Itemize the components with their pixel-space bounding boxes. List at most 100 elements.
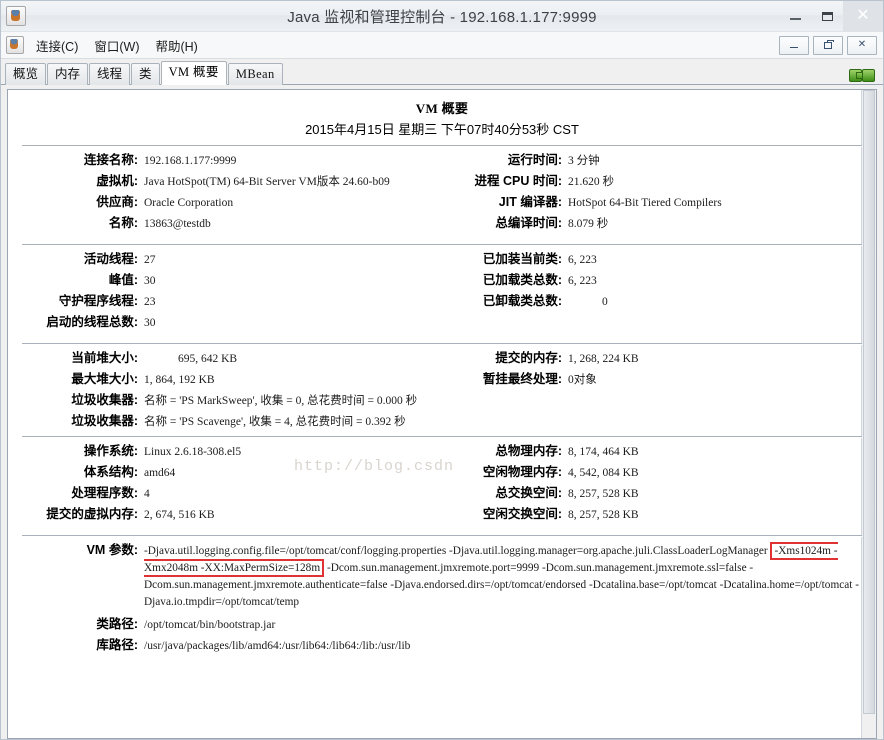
- mdi-window-controls: ✕: [779, 35, 877, 55]
- field-value: 13863@testdb: [144, 218, 211, 230]
- field-label: 类路径: [20, 617, 138, 631]
- section-summary: 连接名称 192.168.1.177:9999 虚拟机 Java HotSpot…: [20, 153, 864, 237]
- field-live-threads: 活动线程 27: [20, 252, 442, 267]
- field-label: 体系结构: [20, 465, 138, 479]
- field-value: Java HotSpot(TM) 64-Bit Server VM版本 24.6…: [144, 176, 390, 188]
- divider: [22, 535, 862, 537]
- field-operating-system: 操作系统 Linux 2.6.18-308.el5: [20, 444, 442, 459]
- menu-item-window[interactable]: 窗口(W): [87, 33, 146, 58]
- field-value: 695, 642 KB: [178, 353, 238, 365]
- tab-mbean[interactable]: MBean: [227, 63, 283, 85]
- field-label: 连接名称: [20, 153, 138, 167]
- section-operating-system: 操作系统 Linux 2.6.18-308.el5 体系结构 amd64 处理程…: [20, 444, 864, 528]
- field-label: 已卸载类总数: [442, 294, 562, 308]
- content-area: http://blog.csdn VM 概要 2015年4月15日 星期三 下午…: [1, 85, 883, 739]
- mdi-close-button[interactable]: ✕: [847, 35, 877, 55]
- field-jit-compiler: JIT 编译器 HotSpot 64-Bit Tiered Compilers: [442, 195, 864, 210]
- field-class-path: 类路径 /opt/tomcat/bin/bootstrap.jar: [20, 617, 864, 632]
- menu-item-connection[interactable]: 连接(C): [29, 33, 85, 58]
- title-bar: Java 监视和管理控制台 - 192.168.1.177:9999 ✕: [1, 1, 883, 32]
- field-value: /usr/java/packages/lib/amd64:/usr/lib64:…: [144, 640, 411, 652]
- field-label: 守护程序线程: [20, 294, 138, 308]
- field-value: 4: [144, 488, 150, 500]
- field-value: 27: [144, 254, 156, 266]
- window-maximize-button[interactable]: [811, 1, 843, 31]
- divider: [22, 145, 862, 147]
- os-right-column: 总物理内存 8, 174, 464 KB 空闲物理内存 4, 542, 084 …: [442, 444, 864, 528]
- memory-right-column: 提交的内存 1, 268, 224 KB 暂挂最终处理 0对象: [442, 351, 864, 393]
- field-current-heap-size: 当前堆大小 695, 642 KB: [20, 351, 442, 366]
- field-value: 1, 864, 192 KB: [144, 374, 215, 386]
- divider: [22, 343, 862, 345]
- field-label: 已加载类总数: [442, 273, 562, 287]
- field-virtual-machine: 虚拟机 Java HotSpot(TM) 64-Bit Server VM版本 …: [20, 174, 442, 189]
- field-daemon-threads: 守护程序线程 23: [20, 294, 442, 309]
- field-label: 运行时间: [442, 153, 562, 167]
- field-total-classes-unloaded: 已卸载类总数 0: [442, 294, 864, 309]
- field-label: VM 参数: [20, 543, 138, 557]
- field-label: 垃圾收集器: [20, 414, 138, 428]
- field-peak-threads: 峰值 30: [20, 273, 442, 288]
- field-total-threads-started: 启动的线程总数 30: [20, 315, 442, 330]
- mdi-minimize-button[interactable]: [779, 35, 809, 55]
- field-label: 总物理内存: [442, 444, 562, 458]
- mdi-restore-button[interactable]: [813, 35, 843, 55]
- field-value: 8.079 秒: [568, 218, 609, 230]
- tab-memory[interactable]: 内存: [47, 63, 89, 85]
- field-value: 6, 223: [568, 254, 597, 266]
- menu-item-help[interactable]: 帮助(H): [148, 33, 204, 58]
- field-value: 1, 268, 224 KB: [568, 353, 639, 365]
- field-value: 0: [602, 296, 608, 308]
- field-value: 23: [144, 296, 156, 308]
- divider: [22, 436, 862, 438]
- window-close-button[interactable]: ✕: [843, 1, 883, 31]
- field-committed-memory: 提交的内存 1, 268, 224 KB: [442, 351, 864, 366]
- vm-summary-body: VM 概要 2015年4月15日 星期三 下午07时40分53秒 CST 连接名…: [8, 90, 876, 738]
- field-current-classes-loaded: 已加装当前类 6, 223: [442, 252, 864, 267]
- window-title: Java 监视和管理控制台 - 192.168.1.177:9999: [287, 8, 597, 26]
- field-value: 8, 174, 464 KB: [568, 446, 639, 458]
- field-label: 总编译时间: [442, 216, 562, 230]
- memory-left-column: 当前堆大小 695, 642 KB 最大堆大小 1, 864, 192 KB: [20, 351, 442, 393]
- vm-args-highlight-xmx-permsize: Xmx2048m -XX:MaxPermSize=128m: [144, 559, 325, 577]
- field-value: 30: [144, 317, 156, 329]
- tab-vm-summary[interactable]: VM 概要: [160, 61, 227, 85]
- field-value: /opt/tomcat/bin/bootstrap.jar: [144, 619, 276, 631]
- field-number-of-processors: 处理程序数 4: [20, 486, 442, 501]
- field-value: 30: [144, 275, 156, 287]
- tab-overview[interactable]: 概览: [5, 63, 47, 85]
- field-value: 6, 223: [568, 275, 597, 287]
- field-connection-name: 连接名称 192.168.1.177:9999: [20, 153, 442, 168]
- field-label: 操作系统: [20, 444, 138, 458]
- section-memory: 当前堆大小 695, 642 KB 最大堆大小 1, 864, 192 KB 提…: [20, 351, 864, 393]
- tab-classes[interactable]: 类: [131, 63, 160, 85]
- summary-left-column: 连接名称 192.168.1.177:9999 虚拟机 Java HotSpot…: [20, 153, 442, 237]
- vm-arguments-value: -Djava.util.logging.config.file=/opt/tom…: [144, 542, 864, 611]
- field-total-swap-space: 总交换空间 8, 257, 528 KB: [442, 486, 864, 501]
- window-minimize-button[interactable]: [779, 1, 811, 31]
- field-name: 名称 13863@testdb: [20, 216, 442, 231]
- field-label: JIT 编译器: [442, 195, 562, 209]
- field-label: 提交的虚拟内存: [20, 507, 138, 521]
- field-value: 名称 = 'PS MarkSweep', 收集 = 0, 总花费时间 = 0.0…: [144, 395, 418, 407]
- field-value: 2, 674, 516 KB: [144, 509, 215, 521]
- vm-args-segment-1: -Djava.util.logging.config.file=/opt/tom…: [144, 545, 771, 557]
- field-garbage-collector-marksweep: 垃圾收集器 名称 = 'PS MarkSweep', 收集 = 0, 总花费时间…: [20, 393, 864, 408]
- field-value: Linux 2.6.18-308.el5: [144, 446, 242, 458]
- window-controls: ✕: [779, 1, 883, 31]
- field-label: 活动线程: [20, 252, 138, 266]
- threads-column: 活动线程 27 峰值 30 守护程序线程 23 启动的线程总数: [20, 252, 442, 336]
- java-coffee-cup-icon: [6, 6, 26, 26]
- field-vendor: 供应商 Oracle Corporation: [20, 195, 442, 210]
- field-value: 8, 257, 528 KB: [568, 488, 639, 500]
- field-label: 启动的线程总数: [20, 315, 138, 329]
- field-pending-finalization: 暂挂最终处理 0对象: [442, 372, 864, 387]
- field-value: Oracle Corporation: [144, 197, 234, 209]
- field-value: 192.168.1.177:9999: [144, 155, 237, 167]
- tab-threads[interactable]: 线程: [89, 63, 131, 85]
- field-label: 提交的内存: [442, 351, 562, 365]
- field-label: 供应商: [20, 195, 138, 209]
- field-value: 21.620 秒: [568, 176, 614, 188]
- section-threads-classes: 活动线程 27 峰值 30 守护程序线程 23 启动的线程总数: [20, 252, 864, 336]
- field-label: 库路径: [20, 638, 138, 652]
